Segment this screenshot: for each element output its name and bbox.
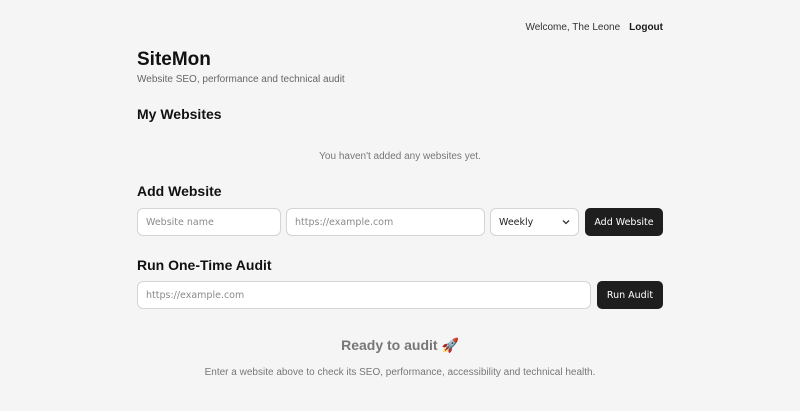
app-header: SiteMon Website SEO, performance and tec… — [137, 48, 663, 86]
run-audit-button[interactable]: Run Audit — [597, 281, 663, 309]
main-container: SiteMon Website SEO, performance and tec… — [137, 48, 663, 378]
welcome-text: Welcome, The Leone — [525, 22, 621, 33]
logout-link[interactable]: Logout — [629, 22, 663, 33]
run-audit-heading: Run One-Time Audit — [137, 257, 272, 273]
website-name-input[interactable] — [137, 208, 281, 236]
frequency-value: Weekly — [499, 216, 534, 228]
add-website-form: Weekly Add Website — [137, 208, 663, 236]
chevron-down-icon — [562, 218, 570, 227]
top-bar: Welcome, The Leone Logout — [525, 22, 663, 33]
ready-heading: Ready to audit 🚀 — [341, 337, 459, 353]
audit-url-input[interactable] — [137, 281, 591, 309]
ready-description: Enter a website above to check its SEO, … — [204, 367, 596, 378]
frequency-select[interactable]: Weekly — [490, 208, 579, 236]
add-website-heading: Add Website — [137, 183, 222, 199]
add-website-button[interactable]: Add Website — [585, 208, 663, 236]
empty-websites-message: You haven't added any websites yet. — [319, 151, 481, 162]
my-websites-heading: My Websites — [137, 106, 222, 122]
website-url-input[interactable] — [286, 208, 485, 236]
run-audit-form: Run Audit — [137, 281, 663, 309]
app-subtitle: Website SEO, performance and technical a… — [137, 74, 345, 85]
app-title: SiteMon — [137, 49, 211, 70]
